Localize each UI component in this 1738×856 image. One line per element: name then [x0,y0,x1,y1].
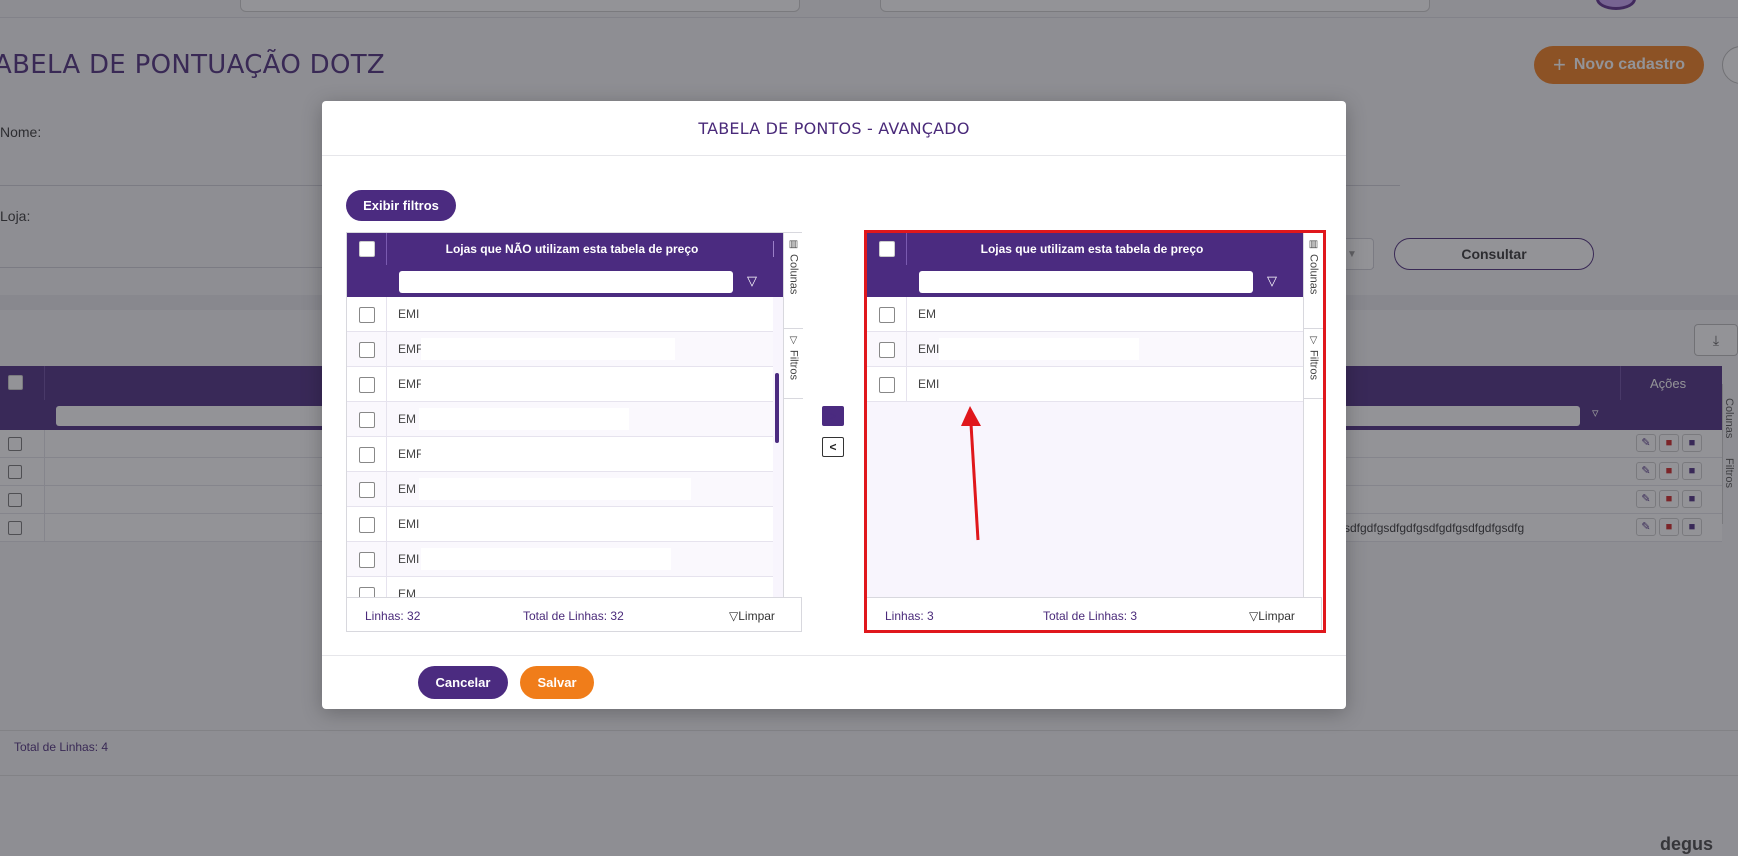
grid-side-panel: ▥ Colunas ▽ Filtros [783,233,803,597]
list-item[interactable]: EM [347,402,773,437]
row-checkbox[interactable] [359,587,375,597]
grid-header: Lojas que utilizam esta tabela de preço [867,233,1303,297]
clear-filters-label: Limpar [1258,609,1295,623]
grid-filter-row: ▽ [867,265,1303,297]
store-name: EMI [398,307,420,321]
grid-header-title: Lojas que utilizam esta tabela de preço [980,242,1204,256]
select-all-checkbox[interactable] [879,241,895,257]
move-right-button[interactable]: > [822,406,844,426]
store-name: EMI [918,377,940,391]
row-checkbox[interactable] [359,342,375,358]
row-checkbox[interactable] [359,517,375,533]
colunas-label: Colunas [1307,254,1320,295]
filter-icon: ▽ [1249,609,1259,623]
row-checkbox[interactable] [359,552,375,568]
store-name: EMF [398,447,424,461]
cancel-button[interactable]: Cancelar [418,666,508,699]
filter-icon: ▽ [1309,335,1318,346]
move-left-button[interactable]: < [822,437,844,457]
list-item[interactable]: EMI [867,332,1303,367]
list-item[interactable]: EMI [867,367,1303,402]
grid-filter-row: ▽ [347,265,783,297]
grid-footer: Linhas: 3 Total de Linhas: 3 ▽Limpar [867,597,1321,631]
select-all-checkbox[interactable] [359,241,375,257]
store-name: EMI [398,517,420,531]
row-checkbox[interactable] [359,377,375,393]
store-name: EM [398,482,416,496]
colunas-tab[interactable]: ▥ Colunas [784,233,803,329]
list-item[interactable]: EMF [347,437,773,472]
grid-body: EM EMI EMI [867,297,1303,597]
filtros-label: Filtros [1307,350,1320,380]
list-item[interactable]: EMF [347,332,773,367]
stores-using-grid: Lojas que utilizam esta tabela de preço … [866,232,1323,632]
filter-icon: ▽ [789,335,798,346]
row-checkbox[interactable] [359,307,375,323]
total-row-count: Total de Linhas: 3 [1043,609,1138,623]
advanced-points-modal: TABELA DE PONTOS - AVANÇADO Exibir filtr… [322,101,1346,709]
list-item[interactable]: EM [347,577,773,597]
clear-filters-link[interactable]: ▽Limpar [729,609,775,623]
colunas-tab[interactable]: ▥ Colunas [1304,233,1323,329]
list-item[interactable]: EMI [347,507,773,542]
store-name: EM [918,307,936,321]
row-checkbox[interactable] [879,342,895,358]
filtros-tab[interactable]: ▽ Filtros [784,329,803,399]
row-checkbox[interactable] [879,377,895,393]
grid-side-panel: ▥ Colunas ▽ Filtros [1303,233,1323,597]
row-count: Linhas: 3 [885,609,934,623]
row-checkbox[interactable] [359,412,375,428]
store-name: EMI [918,342,940,356]
list-item[interactable]: EM [867,297,1303,332]
columns-icon: ▥ [1308,239,1319,250]
row-checkbox[interactable] [879,307,895,323]
stores-not-using-grid: Lojas que NÃO utilizam esta tabela de pr… [346,232,803,632]
grid-header: Lojas que NÃO utilizam esta tabela de pr… [347,233,783,297]
show-filters-button[interactable]: Exibir filtros [346,190,456,221]
total-row-count: Total de Linhas: 32 [523,609,624,623]
scrollbar-thumb[interactable] [775,373,779,443]
colunas-label: Colunas [787,254,800,295]
store-name: EM [398,587,416,597]
list-item[interactable]: EMI [347,297,773,332]
list-item[interactable]: EM [347,472,773,507]
save-button[interactable]: Salvar [520,666,594,699]
filtros-label: Filtros [787,350,800,380]
grid-footer: Linhas: 32 Total de Linhas: 32 ▽Limpar [347,597,801,631]
filter-icon[interactable]: ▽ [743,271,761,291]
store-name: EM [398,412,416,426]
row-checkbox[interactable] [359,482,375,498]
filtros-tab[interactable]: ▽ Filtros [1304,329,1323,399]
list-item[interactable]: EMI [347,542,773,577]
row-checkbox[interactable] [359,447,375,463]
grid-filter-input[interactable] [919,271,1253,293]
filter-icon: ▽ [729,609,739,623]
grid-filter-input[interactable] [399,271,733,293]
clear-filters-label: Limpar [738,609,775,623]
store-name: EMF [398,342,424,356]
modal-title: TABELA DE PONTOS - AVANÇADO [322,101,1346,156]
columns-icon: ▥ [788,239,799,250]
filter-icon[interactable]: ▽ [1263,271,1281,291]
grid-header-title: Lojas que NÃO utilizam esta tabela de pr… [445,242,699,256]
store-name: EMF [398,377,424,391]
store-name: EMI [398,552,420,566]
grid-body: EMI EMF EMF EM EMF EM EMI EMI EM [347,297,783,597]
list-item[interactable]: EMF [347,367,773,402]
clear-filters-link[interactable]: ▽Limpar [1249,609,1295,623]
row-count: Linhas: 32 [365,609,421,623]
